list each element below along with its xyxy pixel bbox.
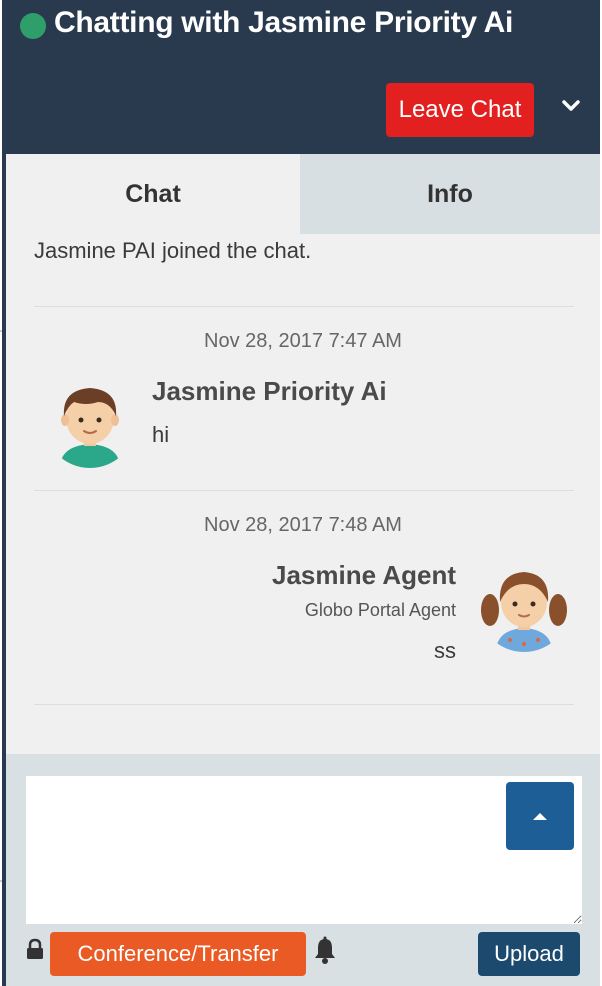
system-message: Jasmine PAI joined the chat. bbox=[34, 238, 312, 263]
sender-name: Jasmine Priority Ai bbox=[152, 376, 387, 406]
chat-header: Chatting with Jasmine Priority Ai Leave … bbox=[2, 0, 600, 152]
divider bbox=[34, 306, 574, 307]
online-status-indicator bbox=[20, 13, 46, 39]
lock-icon[interactable] bbox=[26, 938, 44, 960]
message-text: hi bbox=[152, 422, 170, 447]
sender-role: Globo Portal Agent bbox=[304, 600, 456, 620]
chat-window: Chatting with Jasmine Priority Ai Leave … bbox=[2, 0, 600, 986]
boy-avatar bbox=[44, 376, 136, 468]
divider bbox=[34, 490, 574, 491]
tab-info[interactable]: Info bbox=[300, 154, 600, 234]
conference-transfer-button[interactable]: Conference/Transfer bbox=[50, 932, 306, 976]
message-timestamp: Nov 28, 2017 7:48 AM bbox=[204, 514, 402, 536]
chat-panel: Chat Info Jasmine PAI joined the chat. N… bbox=[6, 154, 600, 754]
send-button[interactable] bbox=[506, 782, 574, 850]
bell-icon[interactable] bbox=[312, 936, 338, 966]
sender-name: Jasmine Agent bbox=[272, 560, 456, 590]
message-input[interactable] bbox=[26, 776, 582, 924]
tab-chat[interactable]: Chat bbox=[6, 154, 300, 234]
chevron-down-icon[interactable] bbox=[562, 100, 580, 112]
leave-chat-button[interactable]: Leave Chat bbox=[386, 83, 534, 137]
divider bbox=[34, 704, 574, 705]
chat-title: Chatting with Jasmine Priority Ai bbox=[54, 6, 514, 39]
upload-button[interactable]: Upload bbox=[478, 932, 580, 976]
message-timestamp: Nov 28, 2017 7:47 AM bbox=[204, 330, 402, 352]
compose-area: Conference/Transfer Upload bbox=[6, 754, 600, 986]
message-text: ss bbox=[434, 638, 456, 663]
girl-avatar bbox=[478, 560, 570, 652]
caret-up-icon bbox=[533, 813, 547, 820]
